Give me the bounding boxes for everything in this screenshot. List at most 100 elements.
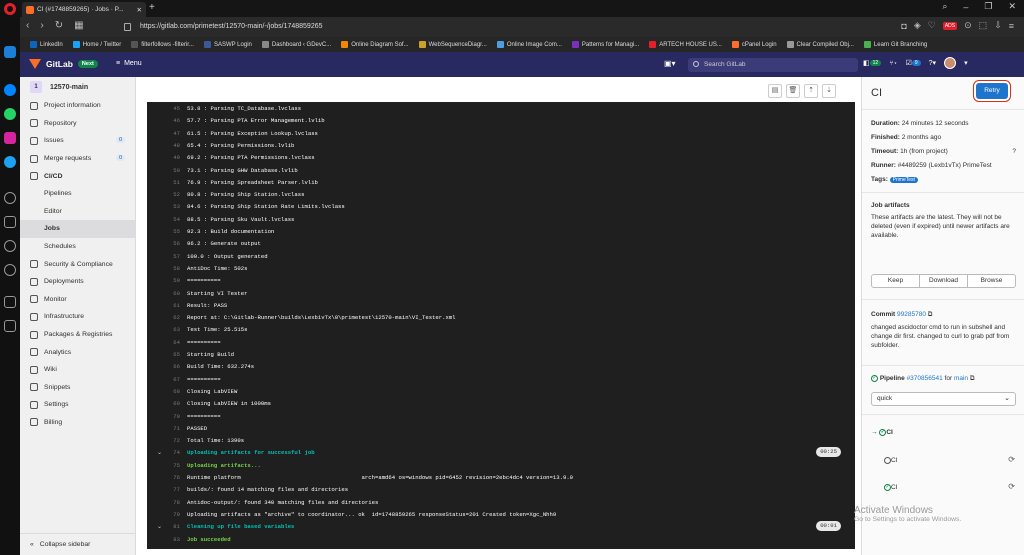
player-icon[interactable] xyxy=(4,192,16,204)
crypto-wallet-icon[interactable] xyxy=(4,216,16,228)
bookmark[interactable]: Clear Compiled Obj... xyxy=(786,41,854,48)
close-tab-icon[interactable]: ✕ xyxy=(137,6,142,14)
line-number[interactable]: 50 xyxy=(147,166,180,175)
help-icon[interactable]: ?▾ xyxy=(929,59,936,67)
pin-icon[interactable] xyxy=(4,296,16,308)
sidebar-item-snippets[interactable]: Snippets xyxy=(20,379,135,397)
sidebar-item-merge-requests[interactable]: Merge requests 0 xyxy=(20,150,135,168)
line-number[interactable]: 60 xyxy=(147,289,180,298)
bookmark[interactable]: LinkedIn xyxy=(30,41,63,48)
bookmark[interactable]: Home / Twitter xyxy=(72,41,121,48)
shield-icon[interactable]: ◈ xyxy=(914,20,921,31)
collapse-sidebar-button[interactable]: « Collapse sidebar xyxy=(20,533,136,555)
settings-icon[interactable] xyxy=(4,320,16,332)
retry-job-icon[interactable]: ⟳ xyxy=(1008,455,1015,464)
sidebar-item-infrastructure[interactable]: Infrastructure xyxy=(20,308,135,326)
raw-log-icon[interactable]: ▤ xyxy=(768,84,782,98)
job-item-current[interactable]: → ✓CI xyxy=(871,428,1016,437)
gitlab-logo[interactable]: GitLab Next xyxy=(29,59,98,69)
sidebar-item-repository[interactable]: Repository xyxy=(20,115,135,133)
job-item[interactable]: CI xyxy=(884,456,1024,465)
line-number[interactable]: 45 xyxy=(147,104,180,113)
sidebar-item-cicd[interactable]: CI/CD xyxy=(20,167,135,185)
whatsapp-icon[interactable] xyxy=(4,108,16,120)
line-number[interactable]: 67 xyxy=(147,375,180,384)
line-number[interactable]: 70 xyxy=(147,412,180,421)
close-window-icon[interactable]: ✕ xyxy=(1008,1,1016,12)
line-number[interactable]: 66 xyxy=(147,362,180,371)
bookmark[interactable]: Dashboard ‹ GDevC... xyxy=(261,41,331,48)
line-number[interactable]: 75 xyxy=(147,461,180,470)
issues-button[interactable]: ◧ 12 xyxy=(863,59,882,67)
avatar[interactable] xyxy=(944,57,957,69)
bookmark[interactable]: ARTECH HOUSE US... xyxy=(649,41,722,48)
line-number[interactable]: 59 xyxy=(147,276,180,285)
new-tab-button[interactable]: + xyxy=(149,2,155,13)
line-number[interactable]: 68 xyxy=(147,387,180,396)
workspace-icon[interactable] xyxy=(4,46,16,58)
line-number[interactable]: 78 xyxy=(147,498,180,507)
line-number[interactable]: 53 xyxy=(147,202,180,211)
create-new-button[interactable]: ▣▾ xyxy=(664,59,676,68)
job-item[interactable]: ✓CI xyxy=(884,483,1024,492)
line-number[interactable]: 49 xyxy=(147,153,180,162)
scroll-bottom-icon[interactable]: ⇣ xyxy=(822,84,836,98)
next-badge[interactable]: Next xyxy=(77,60,98,68)
retry-button[interactable]: Retry xyxy=(976,83,1008,99)
todos-button[interactable]: ☑ 9 xyxy=(906,59,921,67)
bookmark[interactable]: Online Diagram Sof... xyxy=(341,41,409,48)
scroll-top-icon[interactable]: ⇡ xyxy=(804,84,818,98)
sidebar-item-deployments[interactable]: Deployments xyxy=(20,273,135,291)
stage-dropdown[interactable]: quick ⌄ xyxy=(871,392,1016,406)
twitter-icon[interactable] xyxy=(4,156,16,168)
line-number[interactable]: 61 xyxy=(147,301,180,310)
line-number[interactable]: 47 xyxy=(147,129,180,138)
opera-logo-icon[interactable] xyxy=(4,3,16,15)
search-tabs-icon[interactable]: ⌕ xyxy=(942,1,947,12)
log-line[interactable]: ⌄ 81 Cleaning up file based variables 00:01 xyxy=(147,521,855,532)
download-button[interactable]: Download xyxy=(920,275,968,287)
sidebar-item-security[interactable]: Security & Compliance xyxy=(20,255,135,273)
vpn-icon[interactable]: ⊙ xyxy=(964,20,972,31)
line-number[interactable]: 56 xyxy=(147,239,180,248)
line-number[interactable]: 55 xyxy=(147,227,180,236)
maximize-icon[interactable]: ❐ xyxy=(984,1,992,12)
line-number[interactable]: 58 xyxy=(147,264,180,273)
line-number[interactable]: 76 xyxy=(147,473,180,482)
help-icon[interactable]: ? xyxy=(1012,147,1016,156)
bookmark[interactable]: Online Image Com... xyxy=(496,41,562,48)
url-field[interactable]: https://gitlab.com/primetest/12570-main/… xyxy=(120,20,820,34)
line-number[interactable]: 63 xyxy=(147,325,180,334)
line-number[interactable]: 65 xyxy=(147,350,180,359)
sidebar-item-billing[interactable]: Billing xyxy=(20,414,135,432)
line-number[interactable]: 74 xyxy=(147,448,180,457)
sidebar-item-wiki[interactable]: Wiki xyxy=(20,361,135,379)
menu-button[interactable]: ≡ Menu xyxy=(116,60,142,67)
line-number[interactable]: 62 xyxy=(147,313,180,322)
minimize-icon[interactable]: – xyxy=(963,2,968,12)
copy-icon[interactable]: ⧉ xyxy=(928,311,933,318)
sidebar-item-project-information[interactable]: Project information xyxy=(20,97,135,115)
bookmark[interactable]: WebSequenceDiagr... xyxy=(418,41,487,48)
search-input[interactable]: Search GitLab xyxy=(688,58,858,72)
line-number[interactable]: 64 xyxy=(147,338,180,347)
back-icon[interactable]: ‹ xyxy=(26,20,29,31)
camera-icon[interactable]: ◘ xyxy=(901,21,906,31)
speed-dial-icon[interactable]: ▦ xyxy=(74,20,83,31)
browser-tab[interactable]: CI (#1748859265) · Jobs · P... ✕ xyxy=(22,2,146,17)
line-number[interactable]: 48 xyxy=(147,141,180,150)
merge-requests-button[interactable]: ⑂▾ xyxy=(889,60,897,67)
sidebar-subitem-editor[interactable]: Editor xyxy=(20,203,135,221)
line-number[interactable]: 54 xyxy=(147,215,180,224)
heart-icon[interactable]: ♡ xyxy=(928,20,936,31)
line-number[interactable]: 81 xyxy=(147,522,180,531)
sidebar-item-issues[interactable]: Issues 0 xyxy=(20,132,135,150)
line-number[interactable]: 52 xyxy=(147,190,180,199)
sidebar-subitem-schedules[interactable]: Schedules xyxy=(20,238,135,256)
menu-icon[interactable]: ≡ xyxy=(1009,21,1014,31)
line-number[interactable]: 72 xyxy=(147,436,180,445)
pipeline-link[interactable]: #370856541 xyxy=(907,375,943,382)
chevron-down-icon[interactable]: ▾ xyxy=(964,59,968,67)
copy-icon[interactable]: ⧉ xyxy=(970,375,975,382)
reload-icon[interactable]: ↻ xyxy=(55,20,63,31)
